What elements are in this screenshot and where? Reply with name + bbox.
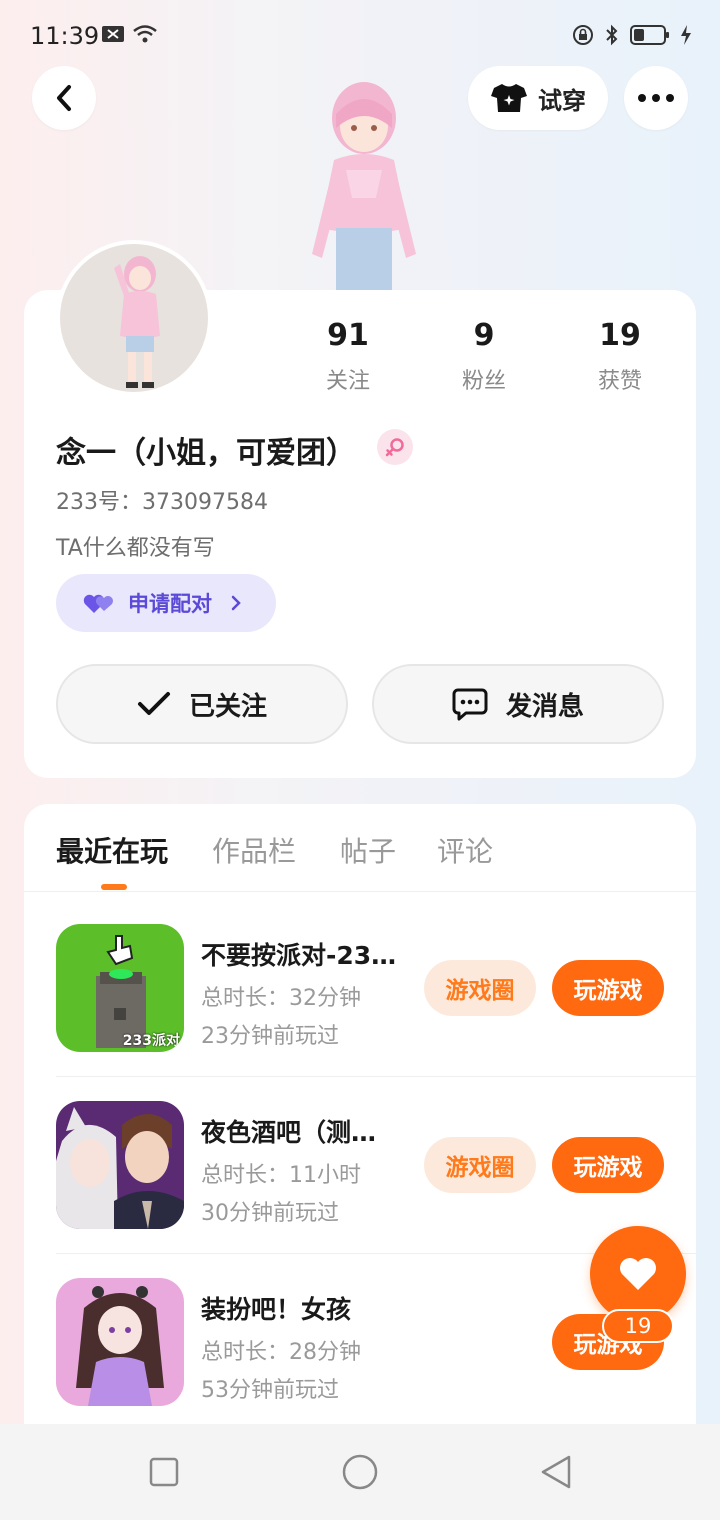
system-nav-bar (0, 1424, 720, 1520)
female-icon (385, 438, 404, 457)
home-button[interactable] (340, 1452, 380, 1492)
stat-following-count: 91 (327, 318, 369, 353)
row-divider (56, 1076, 696, 1077)
heart-icon (620, 1258, 656, 1290)
tab-indicator (101, 884, 127, 890)
send-message-label: 发消息 (505, 691, 584, 722)
game-icon-3[interactable] (56, 1278, 184, 1406)
status-time: 11:39 (30, 22, 100, 50)
stat-likes-label: 获赞 (597, 369, 642, 394)
double-heart-icon (83, 594, 113, 613)
gender-badge (377, 429, 413, 465)
charging-icon (681, 25, 691, 45)
avatar[interactable] (56, 240, 212, 396)
back-nav-button[interactable] (536, 1452, 576, 1492)
more-dots-icon (638, 94, 674, 102)
game-title: 夜色酒吧（测… (201, 1118, 377, 1147)
stat-likes-count: 19 (599, 318, 641, 353)
tab-works[interactable]: 作品栏 (212, 830, 296, 870)
game-icon-art (56, 1101, 184, 1229)
try-on-button[interactable]: 试穿 (468, 66, 608, 130)
send-message-button[interactable]: 发消息 (372, 664, 664, 744)
tshirt-icon (491, 84, 527, 112)
tab-posts[interactable]: 帖子 (340, 830, 396, 870)
like-button[interactable] (590, 1226, 686, 1322)
game-circle-button[interactable]: 游戏圈 (424, 1137, 536, 1193)
status-bar: 11:39 (0, 0, 720, 70)
game-last-played: 23分钟前玩过 (201, 1024, 339, 1049)
try-on-label: 试穿 (538, 86, 586, 115)
followed-label: 已关注 (188, 691, 267, 722)
lock-rotation-icon (573, 25, 593, 45)
stat-following[interactable]: 91 关注 (288, 318, 408, 395)
game-last-played: 53分钟前玩过 (201, 1378, 339, 1403)
list-item[interactable]: 夜色酒吧（测… 总时长：11小时 30分钟前玩过 游戏圈 玩游戏 (56, 1101, 696, 1231)
game-title: 装扮吧！女孩 (201, 1295, 352, 1324)
check-icon (137, 692, 170, 715)
more-button[interactable] (624, 66, 688, 130)
bluetooth-icon (606, 24, 618, 46)
game-duration: 总时长：28分钟 (201, 1340, 361, 1365)
game-icon-caption: 233派对 (122, 1033, 180, 1049)
stat-likes[interactable]: 19 获赞 (560, 318, 680, 395)
avatar-figure (114, 256, 160, 388)
user-bio: TA什么都没有写 (56, 536, 215, 561)
play-game-button[interactable]: 玩游戏 (552, 1137, 664, 1193)
game-icon-art (56, 1278, 184, 1406)
user-id: 233号：373097584 (56, 490, 268, 515)
tab-comments[interactable]: 评论 (437, 830, 493, 870)
wifi-icon (133, 25, 157, 43)
recent-apps-button[interactable] (144, 1452, 184, 1492)
nickname: 念一（小姐，可爱团） (56, 436, 356, 471)
request-pair-label: 申请配对 (128, 592, 212, 616)
battery-icon (630, 25, 669, 45)
game-icon-2[interactable] (56, 1101, 184, 1229)
like-count-badge: 19 (602, 1309, 674, 1343)
stat-fans-count: 9 (473, 318, 495, 353)
game-duration: 总时长：32分钟 (201, 986, 361, 1011)
chevron-right-icon (231, 595, 241, 611)
circle-icon (342, 1454, 378, 1490)
chat-bubble-icon (452, 688, 488, 721)
back-button[interactable] (32, 66, 96, 130)
tab-divider (24, 891, 696, 892)
stat-fans-label: 粉丝 (461, 369, 506, 394)
square-icon (149, 1457, 179, 1487)
game-icon-1[interactable]: 233派对 (56, 924, 184, 1052)
sim-blocked-icon (102, 26, 124, 42)
game-title: 不要按派对-23… (201, 941, 397, 970)
followed-button[interactable]: 已关注 (56, 664, 348, 744)
request-pair-button[interactable]: 申请配对 (56, 574, 276, 632)
tab-recently-played[interactable]: 最近在玩 (56, 830, 168, 870)
list-item[interactable]: 233派对 不要按派对-23… 总时长：32分钟 23分钟前玩过 游戏圈 玩游戏 (56, 924, 696, 1054)
chevron-left-icon (57, 85, 71, 111)
play-game-button[interactable]: 玩游戏 (552, 960, 664, 1016)
avatar-3d-figure (312, 82, 416, 290)
stat-fans[interactable]: 9 粉丝 (424, 318, 544, 395)
game-last-played: 30分钟前玩过 (201, 1201, 339, 1226)
triangle-back-icon (541, 1455, 571, 1489)
game-duration: 总时长：11小时 (201, 1163, 361, 1188)
game-circle-button[interactable]: 游戏圈 (424, 960, 536, 1016)
stat-following-label: 关注 (325, 369, 370, 394)
